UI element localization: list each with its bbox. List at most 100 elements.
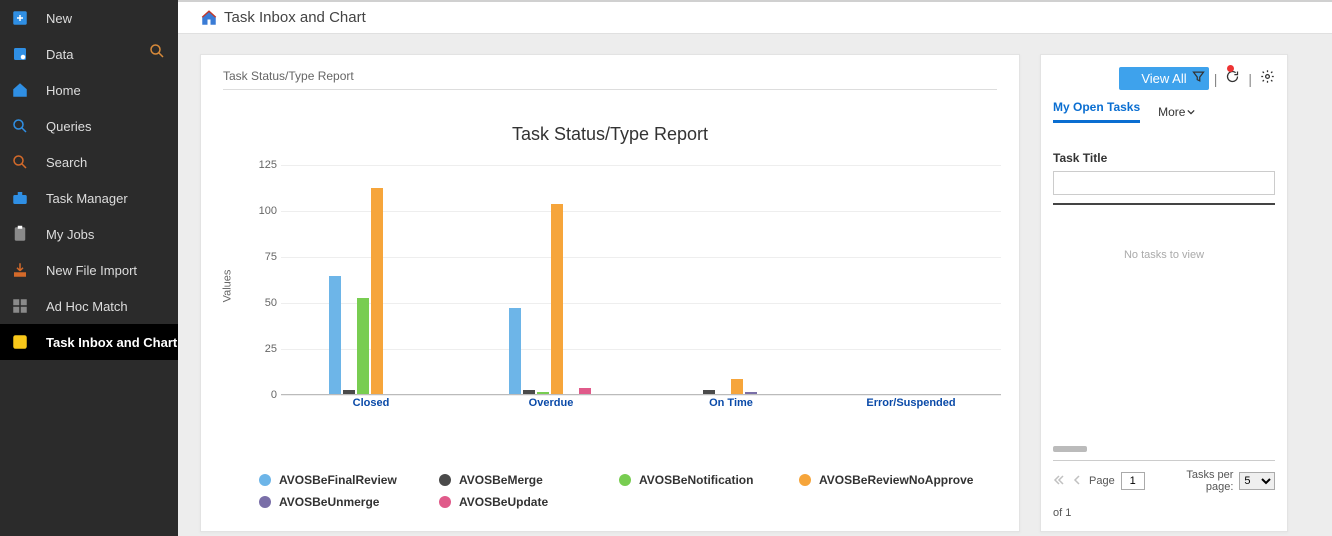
sidebar-item-label: Data bbox=[46, 47, 73, 62]
separator: | bbox=[1214, 71, 1218, 87]
legend-label: AVOSBeMerge bbox=[459, 473, 543, 487]
bar bbox=[745, 392, 757, 394]
home-header-icon bbox=[200, 9, 218, 27]
y-tick: 125 bbox=[249, 159, 277, 171]
search-red-icon bbox=[10, 152, 30, 172]
legend-label: AVOSBeUpdate bbox=[459, 495, 548, 509]
task-inbox-icon bbox=[10, 332, 30, 352]
sidebar-item-label: Home bbox=[46, 83, 81, 98]
sidebar-item-task-inbox-and-chart[interactable]: Task Inbox and Chart bbox=[0, 324, 178, 360]
legend-swatch bbox=[439, 474, 451, 486]
chart-title: Task Status/Type Report bbox=[201, 124, 1019, 145]
search-small-icon bbox=[10, 116, 30, 136]
legend-item[interactable]: AVOSBeUpdate bbox=[439, 495, 619, 509]
gridline bbox=[281, 165, 1001, 166]
sidebar-item-my-jobs[interactable]: My Jobs bbox=[0, 216, 178, 252]
pager: Page Tasks per page: 5 bbox=[1053, 460, 1275, 493]
grid-icon bbox=[10, 296, 30, 316]
legend-label: AVOSBeReviewNoApprove bbox=[819, 473, 973, 487]
y-tick: 25 bbox=[249, 343, 277, 355]
sidebar-search-icon[interactable] bbox=[148, 42, 166, 63]
more-label: More bbox=[1158, 105, 1185, 119]
y-tick: 75 bbox=[249, 251, 277, 263]
gear-icon[interactable] bbox=[1260, 69, 1275, 89]
y-tick: 100 bbox=[249, 205, 277, 217]
tasks-per-page-select[interactable]: 5 bbox=[1239, 472, 1275, 490]
divider bbox=[223, 89, 997, 90]
x-tick-label: Overdue bbox=[529, 397, 574, 409]
sidebar-item-label: My Jobs bbox=[46, 227, 94, 242]
bar bbox=[579, 388, 591, 394]
filter-badge bbox=[1227, 65, 1234, 72]
filter-icon[interactable] bbox=[1191, 69, 1206, 89]
legend-label: AVOSBeNotification bbox=[639, 473, 753, 487]
legend-swatch bbox=[619, 474, 631, 486]
bar bbox=[343, 390, 355, 394]
gridline bbox=[281, 349, 1001, 350]
x-tick-label: On Time bbox=[709, 397, 753, 409]
gridline bbox=[281, 395, 1001, 396]
sidebar-item-task-manager[interactable]: Task Manager bbox=[0, 180, 178, 216]
sidebar-item-search[interactable]: Search bbox=[0, 144, 178, 180]
sidebar-item-label: Queries bbox=[46, 119, 92, 134]
sidebar: New Data Home Queries Search Task Manager My J… bbox=[0, 0, 178, 536]
plot-area: 0255075100125ClosedOverdueOn TimeError/S… bbox=[281, 165, 1001, 395]
bar bbox=[509, 308, 521, 394]
sidebar-item-home[interactable]: Home bbox=[0, 72, 178, 108]
sidebar-item-new-file-import[interactable]: New File Import bbox=[0, 252, 178, 288]
y-tick: 0 bbox=[249, 389, 277, 401]
sidebar-item-ad-hoc-match[interactable]: Ad Hoc Match bbox=[0, 288, 178, 324]
sidebar-item-label: New File Import bbox=[46, 263, 137, 278]
task-panel: View All | | My Open Tasks More Task Tit… bbox=[1040, 54, 1288, 532]
chart-card: Task Status/Type Report Task Status/Type… bbox=[200, 54, 1020, 532]
chart-subtitle: Task Status/Type Report bbox=[201, 55, 1019, 89]
legend-item[interactable]: AVOSBeReviewNoApprove bbox=[799, 473, 979, 487]
chart-plot: Values 0255075100125ClosedOverdueOn Time… bbox=[261, 165, 1001, 415]
page-header: Task Inbox and Chart bbox=[178, 0, 1332, 34]
legend-item[interactable]: AVOSBeFinalReview bbox=[259, 473, 439, 487]
sidebar-item-label: New bbox=[46, 11, 72, 26]
legend-swatch bbox=[259, 474, 271, 486]
page-label: Page bbox=[1089, 475, 1115, 487]
gridline bbox=[281, 211, 1001, 212]
legend-label: AVOSBeUnmerge bbox=[279, 495, 379, 509]
legend-label: AVOSBeFinalReview bbox=[279, 473, 397, 487]
legend-swatch bbox=[259, 496, 271, 508]
x-tick-label: Closed bbox=[353, 397, 390, 409]
legend-item[interactable]: AVOSBeNotification bbox=[619, 473, 799, 487]
legend-item[interactable]: AVOSBeMerge bbox=[439, 473, 619, 487]
horizontal-scrollbar[interactable] bbox=[1053, 446, 1087, 452]
plus-square-icon bbox=[10, 8, 30, 28]
legend-swatch bbox=[799, 474, 811, 486]
more-menu[interactable]: More bbox=[1158, 105, 1195, 119]
bar bbox=[551, 204, 563, 394]
sidebar-item-label: Search bbox=[46, 155, 87, 170]
database-icon bbox=[10, 44, 30, 64]
bar bbox=[357, 298, 369, 394]
home-sidebar-icon bbox=[10, 80, 30, 100]
bar bbox=[523, 390, 535, 394]
main-area: Task Status/Type Report Task Status/Type… bbox=[178, 34, 1332, 536]
sidebar-item-queries[interactable]: Queries bbox=[0, 108, 178, 144]
page-input[interactable] bbox=[1121, 472, 1145, 490]
sidebar-item-new[interactable]: New bbox=[0, 0, 178, 36]
refresh-icon[interactable] bbox=[1225, 69, 1240, 89]
tab-my-open-tasks[interactable]: My Open Tasks bbox=[1053, 100, 1140, 123]
prev-page-icon[interactable] bbox=[1071, 474, 1083, 489]
first-page-icon[interactable] bbox=[1053, 474, 1065, 489]
separator: | bbox=[1248, 71, 1252, 87]
sidebar-item-label: Task Manager bbox=[46, 191, 128, 206]
legend-item[interactable]: AVOSBeUnmerge bbox=[259, 495, 439, 509]
sidebar-item-label: Ad Hoc Match bbox=[46, 299, 128, 314]
bar bbox=[703, 390, 715, 394]
tasks-per-page-label: Tasks per page: bbox=[1157, 469, 1234, 493]
chevron-down-icon bbox=[1187, 108, 1195, 116]
legend-swatch bbox=[439, 496, 451, 508]
task-title-input[interactable] bbox=[1053, 171, 1275, 195]
y-tick: 50 bbox=[249, 297, 277, 309]
page-of-label: of 1 bbox=[1053, 507, 1071, 519]
import-icon bbox=[10, 260, 30, 280]
y-axis-label: Values bbox=[221, 270, 233, 303]
chart-legend: AVOSBeFinalReview AVOSBeMerge AVOSBeNotifi… bbox=[259, 465, 997, 509]
gridline bbox=[281, 303, 1001, 304]
